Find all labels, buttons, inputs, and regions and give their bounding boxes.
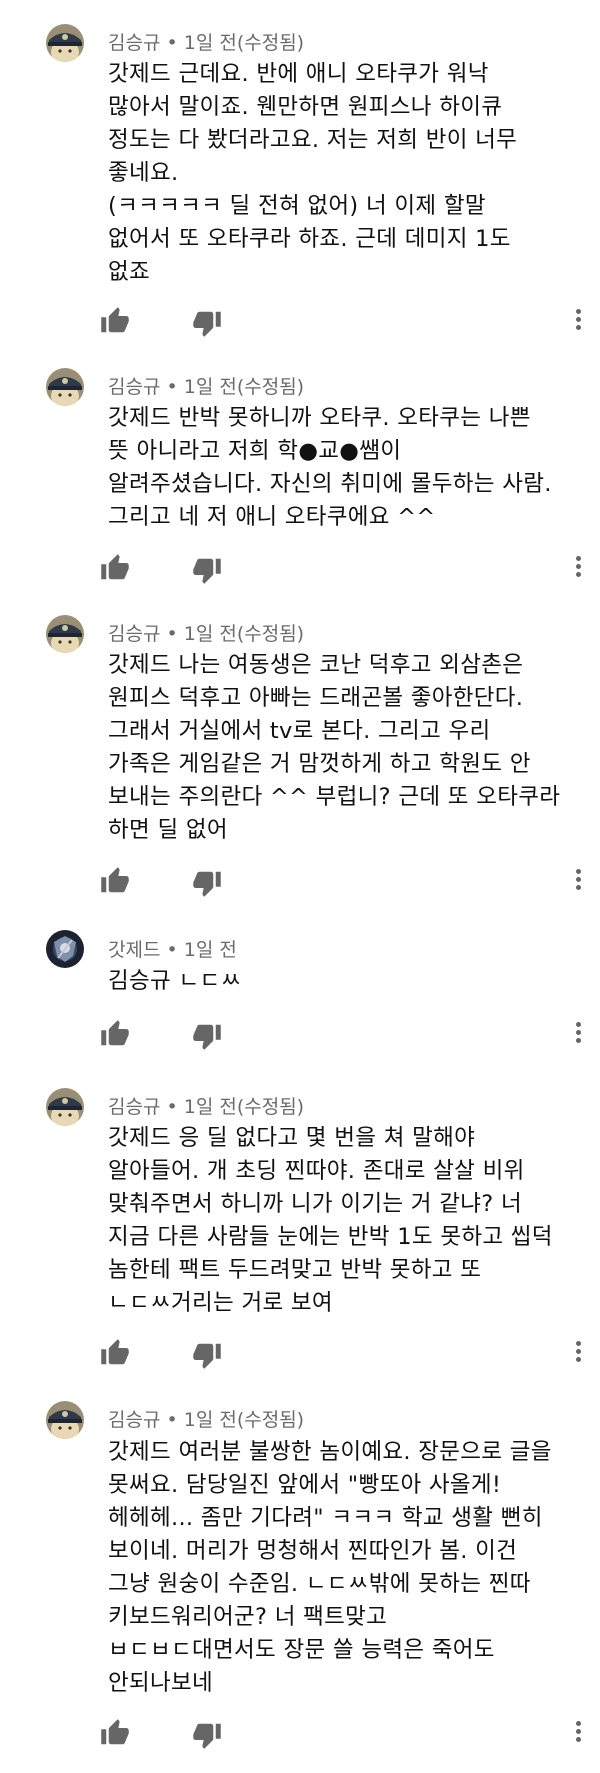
comment-timestamp: • 1일 전(수정됨) [160,1409,305,1431]
hat-avatar-icon [46,1088,84,1126]
more-options-icon[interactable] [570,866,586,896]
comment-author[interactable]: 김승규 [108,376,160,398]
like-button[interactable] [100,866,130,896]
like-button[interactable] [100,306,130,336]
comment-actions [100,1338,600,1370]
comment-meta: 김승규 • 1일 전(수정됨) [108,1092,304,1119]
comment-actions [100,553,600,585]
comment-text: 갓제드 나는 여동생은 코난 덕후고 외삼촌은 원피스 덕후고 아빠는 드래곤볼… [108,652,561,843]
thumbs-up-icon [101,867,129,893]
more-options-icon[interactable] [570,1019,586,1049]
thumbs-down-icon [193,558,221,584]
dislike-button[interactable] [192,555,222,585]
comment-text: 갓제드 근데요. 반에 애니 오타쿠가 워낙 많아서 말이죠. 웬만하면 원피스… [108,61,518,285]
comment-author[interactable]: 김승규 [108,1096,160,1118]
comment-meta: 갓제드 • 1일 전 [108,935,237,962]
avatar[interactable] [46,930,84,968]
thumbs-up-icon [101,554,129,580]
comment-author[interactable]: 김승규 [108,1409,160,1431]
thumbs-down-icon [193,1024,221,1050]
like-button[interactable] [100,1718,130,1748]
comment-text: 갓제드 여러분 불쌍한 놈이예요. 장문으로 글을 못써요. 담당일진 앞에서 … [108,1439,552,1696]
comment-timestamp: • 1일 전(수정됨) [160,1096,305,1118]
comment-text: 갓제드 응 딜 없다고 몇 번을 쳐 말해야 알아들어. 개 초딩 찐따야. 존… [108,1125,553,1316]
avatar[interactable] [46,1401,84,1439]
comment-timestamp: • 1일 전(수정됨) [160,376,305,398]
comment-actions [100,306,600,338]
avatar[interactable] [46,1088,84,1126]
like-button[interactable] [100,1019,130,1049]
thumbs-up-icon [101,1339,129,1365]
comment-actions [100,1019,600,1051]
dislike-button[interactable] [192,868,222,898]
more-options-icon[interactable] [570,1338,586,1368]
more-options-icon[interactable] [570,1718,586,1748]
comment-text: 김승규 ㄴㄷㅆ [108,968,242,994]
dislike-button[interactable] [192,1021,222,1051]
hat-avatar-icon [46,24,84,62]
comment-author[interactable]: 김승규 [108,32,160,54]
hat-avatar-icon [46,615,84,653]
comment-meta: 김승규 • 1일 전(수정됨) [108,372,304,399]
thumbs-up-icon [101,1719,129,1745]
like-button[interactable] [100,1338,130,1368]
comment-meta: 김승규 • 1일 전(수정됨) [108,619,304,646]
dark-avatar-icon [46,930,84,968]
comment-timestamp: • 1일 전 [160,939,237,961]
dislike-button[interactable] [192,1720,222,1750]
more-options-icon[interactable] [570,306,586,336]
comment-actions [100,866,600,898]
comment-text: 갓제드 반박 못하니까 오타쿠. 오타쿠는 나쁜 뜻 아니라고 저희 학●교●쌤… [108,405,552,530]
thumbs-up-icon [101,1020,129,1046]
thumbs-down-icon [193,311,221,337]
hat-avatar-icon [46,1401,84,1439]
thumbs-down-icon [193,1343,221,1369]
comment-author[interactable]: 김승규 [108,623,160,645]
thumbs-up-icon [101,307,129,333]
comment-author[interactable]: 갓제드 [108,939,160,961]
like-button[interactable] [100,553,130,583]
hat-avatar-icon [46,368,84,406]
comment-meta: 김승규 • 1일 전(수정됨) [108,1405,304,1432]
comment-actions [100,1718,600,1750]
more-options-icon[interactable] [570,553,586,583]
avatar[interactable] [46,368,84,406]
dislike-button[interactable] [192,1340,222,1370]
avatar[interactable] [46,24,84,62]
comment-timestamp: • 1일 전(수정됨) [160,32,305,54]
thumbs-down-icon [193,871,221,897]
comment-meta: 김승규 • 1일 전(수정됨) [108,28,304,55]
thumbs-down-icon [193,1723,221,1749]
comment-timestamp: • 1일 전(수정됨) [160,623,305,645]
dislike-button[interactable] [192,308,222,338]
avatar[interactable] [46,615,84,653]
